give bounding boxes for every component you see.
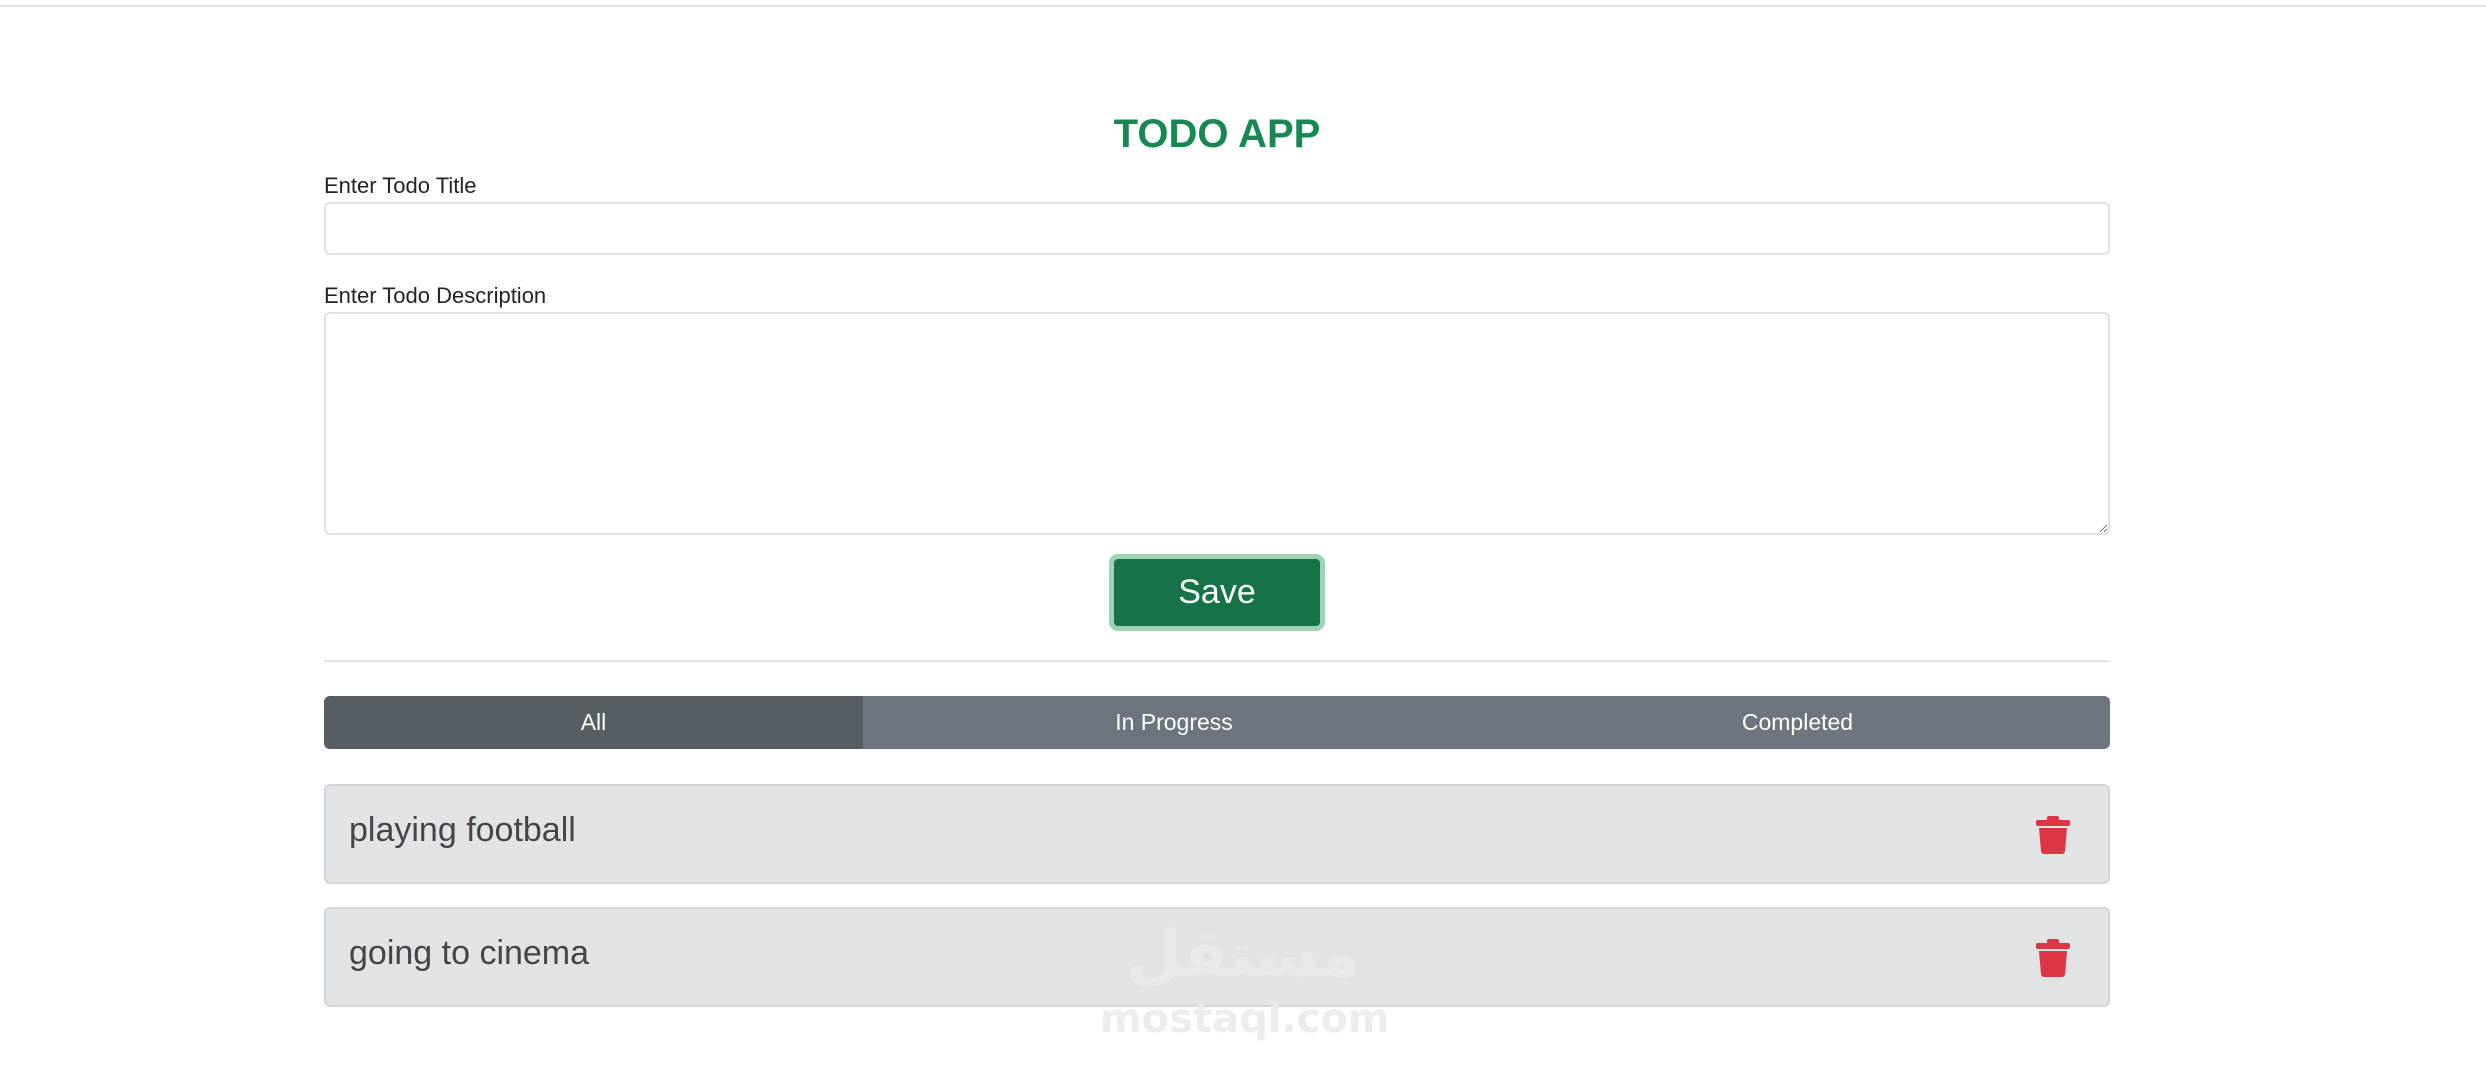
todo-description-label: Enter Todo Description: [324, 283, 547, 308]
app-title: TODO APP: [1113, 112, 1321, 156]
save-button[interactable]: Save: [1109, 554, 1325, 631]
divider: [324, 660, 2110, 662]
top-border: [0, 5, 2486, 7]
todo-item-text: going to cinema: [349, 934, 590, 972]
todo-title-input[interactable]: [324, 202, 2110, 255]
todo-item-text: playing football: [349, 811, 576, 849]
tab-completed[interactable]: Completed: [1485, 696, 2110, 749]
todo-description-input[interactable]: [324, 312, 2110, 535]
trash-icon[interactable]: [2036, 939, 2070, 977]
trash-icon[interactable]: [2036, 816, 2070, 854]
tab-in-progress[interactable]: In Progress: [863, 696, 1485, 749]
filter-tabs: All In Progress Completed: [324, 696, 2110, 749]
todo-item: playing football: [324, 784, 2110, 884]
tab-all[interactable]: All: [324, 696, 863, 749]
todo-item: going to cinema: [324, 907, 2110, 1007]
todo-title-label: Enter Todo Title: [324, 173, 477, 198]
